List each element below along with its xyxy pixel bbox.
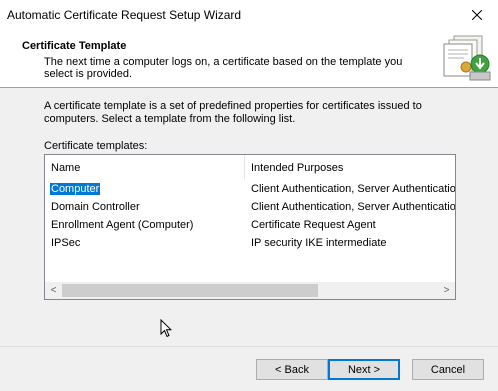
mouse-pointer-icon xyxy=(160,319,172,338)
row-name: Enrollment Agent (Computer) xyxy=(51,219,194,231)
list-row-enrollment-agent[interactable]: Enrollment Agent (Computer) Certificate … xyxy=(45,217,455,235)
certificate-wizard-icon xyxy=(443,35,491,81)
column-separator[interactable] xyxy=(244,155,245,179)
title-bar: Automatic Certificate Request Setup Wiza… xyxy=(0,0,498,30)
cancel-button[interactable]: Cancel xyxy=(412,359,484,380)
scroll-left-arrow-icon[interactable]: < xyxy=(45,282,62,299)
row-name: IPSec xyxy=(51,237,81,249)
wizard-header: Certificate Template The next time a com… xyxy=(0,30,498,88)
column-header-intended-purposes[interactable]: Intended Purposes xyxy=(251,162,343,174)
page-description: The next time a computer logs on, a cert… xyxy=(44,56,403,80)
scrollbar-thumb[interactable] xyxy=(62,284,318,297)
close-button[interactable] xyxy=(456,0,498,30)
row-name: Computer xyxy=(50,183,101,195)
row-purposes: IP security IKE intermediate xyxy=(251,237,387,249)
page-title: Certificate Template xyxy=(22,40,127,52)
column-header-name[interactable]: Name xyxy=(51,162,80,174)
back-button[interactable]: < Back xyxy=(256,359,328,380)
list-row-ipsec[interactable]: IPSec IP security IKE intermediate xyxy=(45,235,455,253)
list-row-computer[interactable]: Computer Client Authentication, Server A… xyxy=(45,181,455,199)
window-title: Automatic Certificate Request Setup Wiza… xyxy=(7,8,242,22)
row-name: Domain Controller xyxy=(51,201,140,213)
row-purposes: Client Authentication, Server Authentica… xyxy=(251,183,456,195)
row-purposes: Client Authentication, Server Authentica… xyxy=(251,201,456,213)
horizontal-scrollbar[interactable]: < > xyxy=(45,282,455,299)
next-button[interactable]: Next > xyxy=(328,359,400,380)
wizard-content: A certificate template is a set of prede… xyxy=(0,88,498,346)
certificate-template-list[interactable]: Name Intended Purposes Computer Client A… xyxy=(44,154,456,300)
row-purposes: Certificate Request Agent xyxy=(251,219,376,231)
certificate-templates-label: Certificate templates: xyxy=(44,140,148,152)
intro-text: A certificate template is a set of prede… xyxy=(44,100,422,125)
close-icon xyxy=(472,10,482,20)
list-row-domain-controller[interactable]: Domain Controller Client Authentication,… xyxy=(45,199,455,217)
wizard-footer: < Back Next > Cancel xyxy=(0,346,498,391)
scroll-right-arrow-icon[interactable]: > xyxy=(438,282,455,299)
list-header: Name Intended Purposes xyxy=(45,155,455,179)
